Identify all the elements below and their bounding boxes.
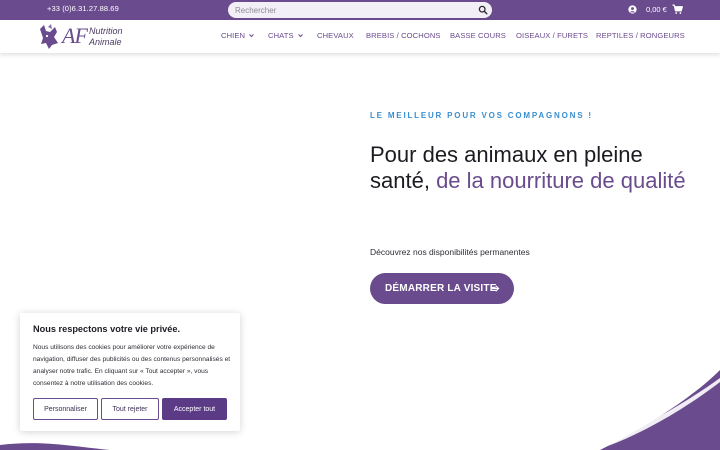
hero-eyebrow: LE MEILLEUR POUR VOS COMPAGNONS ! <box>370 111 593 120</box>
nav-item-chats[interactable]: CHATS <box>268 31 304 40</box>
logo-initials: AF <box>62 23 88 48</box>
nav-item-chien[interactable]: CHIEN <box>221 31 255 40</box>
cookie-title: Nous respectons votre vie privée. <box>33 324 181 334</box>
reject-all-button[interactable]: Tout rejeter <box>101 398 159 420</box>
cta-label: DÉMARRER LA VISITE <box>385 283 497 294</box>
cookie-banner: Nous respectons votre vie privée. Nous u… <box>20 313 240 431</box>
logo-line1: Nutrition <box>89 26 123 36</box>
nav-label: OISEAUX / FURETS <box>516 31 589 40</box>
nav-item-oiseaux-furets[interactable]: OISEAUX / FURETS <box>516 31 588 40</box>
nav-label: BASSE COURS <box>450 31 506 40</box>
cart-icon[interactable] <box>672 4 683 15</box>
arrow-right-icon <box>492 285 500 292</box>
nav-label: CHIEN <box>221 31 246 40</box>
nav-item-brebis-cochons[interactable]: BREBIS / COCHONS <box>366 31 441 40</box>
main-header: AF Nutrition Animale CHIEN CHATS CHEVAUX… <box>0 20 720 53</box>
chevron-down-icon <box>249 34 254 38</box>
site-logo[interactable]: AF Nutrition Animale <box>37 23 132 51</box>
hero-subtitle: Découvrez nos disponibilités permanentes <box>370 247 530 257</box>
page: +33 (0)6.31.27.88.69 0,00 € <box>0 0 720 450</box>
hero-title-accent: de la nourriture de qualité <box>436 168 686 193</box>
cart-total[interactable]: 0,00 € <box>646 5 667 14</box>
customize-cookies-button[interactable]: Personnaliser <box>33 398 98 420</box>
search-icon[interactable] <box>478 5 488 15</box>
nav-item-chevaux[interactable]: CHEVAUX <box>317 31 354 40</box>
logo-animals-icon <box>40 24 58 49</box>
search-box[interactable] <box>228 2 492 18</box>
logo-line2: Animale <box>89 37 122 47</box>
start-visit-button[interactable]: DÉMARRER LA VISITE <box>370 273 514 304</box>
search-input[interactable] <box>235 4 465 16</box>
nav-label: CHEVAUX <box>317 31 354 40</box>
nav-label: REPTILES / RONGEURS <box>596 31 685 40</box>
nav-item-basse-cours[interactable]: BASSE COURS <box>450 31 506 40</box>
top-bar: +33 (0)6.31.27.88.69 0,00 € <box>0 0 720 20</box>
phone-number[interactable]: +33 (0)6.31.27.88.69 <box>47 4 119 13</box>
account-icon[interactable] <box>628 5 637 14</box>
nav-label: CHATS <box>268 31 294 40</box>
cookie-text: Nous utilisons des cookies pour améliore… <box>33 344 231 387</box>
accept-all-button[interactable]: Accepter tout <box>162 398 227 420</box>
hero-title: Pour des animaux en pleine santé, de la … <box>370 142 690 194</box>
nav-label: BREBIS / COCHONS <box>366 31 441 40</box>
chevron-down-icon <box>297 34 303 38</box>
nav-item-reptiles-rongeurs[interactable]: REPTILES / RONGEURS <box>596 31 685 40</box>
